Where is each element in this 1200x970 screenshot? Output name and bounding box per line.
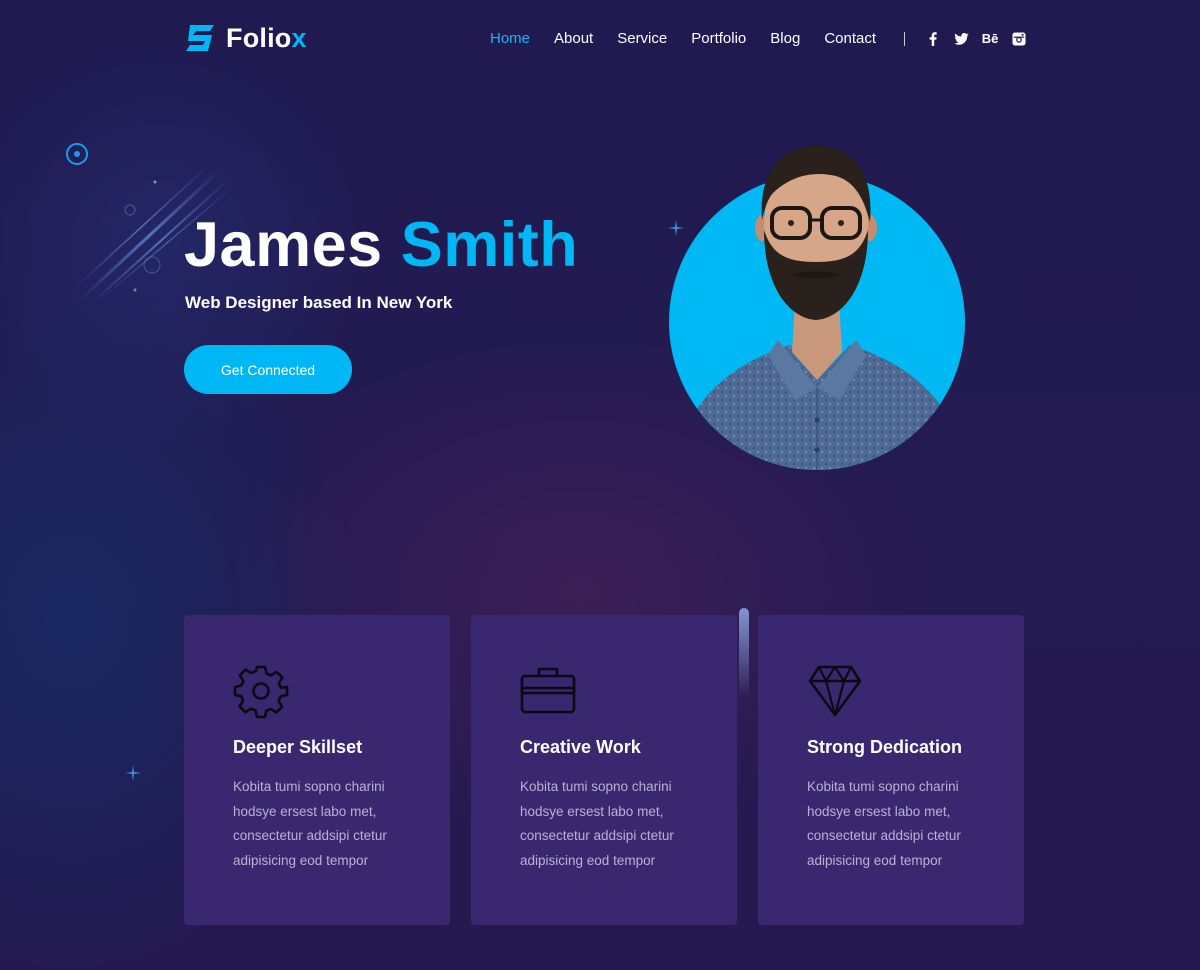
logo-icon xyxy=(186,25,214,51)
brand-logo[interactable]: Foliox xyxy=(184,22,307,54)
profile-photo xyxy=(669,145,970,470)
briefcase-icon xyxy=(520,667,576,714)
hero-name: James Smith xyxy=(184,212,578,278)
brand-name: Foliox xyxy=(226,22,307,53)
twitter-icon[interactable] xyxy=(953,31,969,47)
hero-first-name: James xyxy=(184,210,383,280)
feature-title: Deeper Skillset xyxy=(233,737,363,757)
nav-about[interactable]: About xyxy=(554,30,593,47)
feature-card: Creative Work Kobita tumi sopno charini … xyxy=(471,615,737,925)
nav-blog[interactable]: Blog xyxy=(770,30,800,47)
facebook-icon[interactable] xyxy=(925,31,941,47)
hero-subtitle: Web Designer based In New York xyxy=(185,293,453,312)
instagram-icon[interactable] xyxy=(1011,31,1027,47)
get-connected-button[interactable]: Get Connected xyxy=(184,345,352,394)
feature-description: Kobita tumi sopno charini hodsye ersest … xyxy=(807,779,961,868)
gear-icon xyxy=(233,665,289,719)
social-links: Bē xyxy=(925,31,1027,47)
feature-title: Strong Dedication xyxy=(807,737,963,757)
nav-home[interactable]: Home xyxy=(490,30,530,47)
nav-service[interactable]: Service xyxy=(617,30,667,47)
feature-description: Kobita tumi sopno charini hodsye ersest … xyxy=(520,779,674,868)
behance-icon[interactable]: Bē xyxy=(981,31,999,47)
diamond-icon xyxy=(808,665,862,717)
hero-last-name: Smith xyxy=(400,210,579,280)
sparkle-decoration xyxy=(125,765,141,781)
feature-description: Kobita tumi sopno charini hodsye ersest … xyxy=(233,779,387,868)
nav-divider xyxy=(904,31,906,46)
feature-card: Deeper Skillset Kobita tumi sopno charin… xyxy=(184,615,450,925)
feature-title: Creative Work xyxy=(520,737,641,757)
main-nav: Home About Service Portfolio Blog Contac… xyxy=(490,30,1027,47)
nav-portfolio[interactable]: Portfolio xyxy=(691,30,746,47)
light-streak-decoration xyxy=(739,608,749,698)
nav-contact[interactable]: Contact xyxy=(824,30,876,47)
feature-card: Strong Dedication Kobita tumi sopno char… xyxy=(758,615,1024,925)
